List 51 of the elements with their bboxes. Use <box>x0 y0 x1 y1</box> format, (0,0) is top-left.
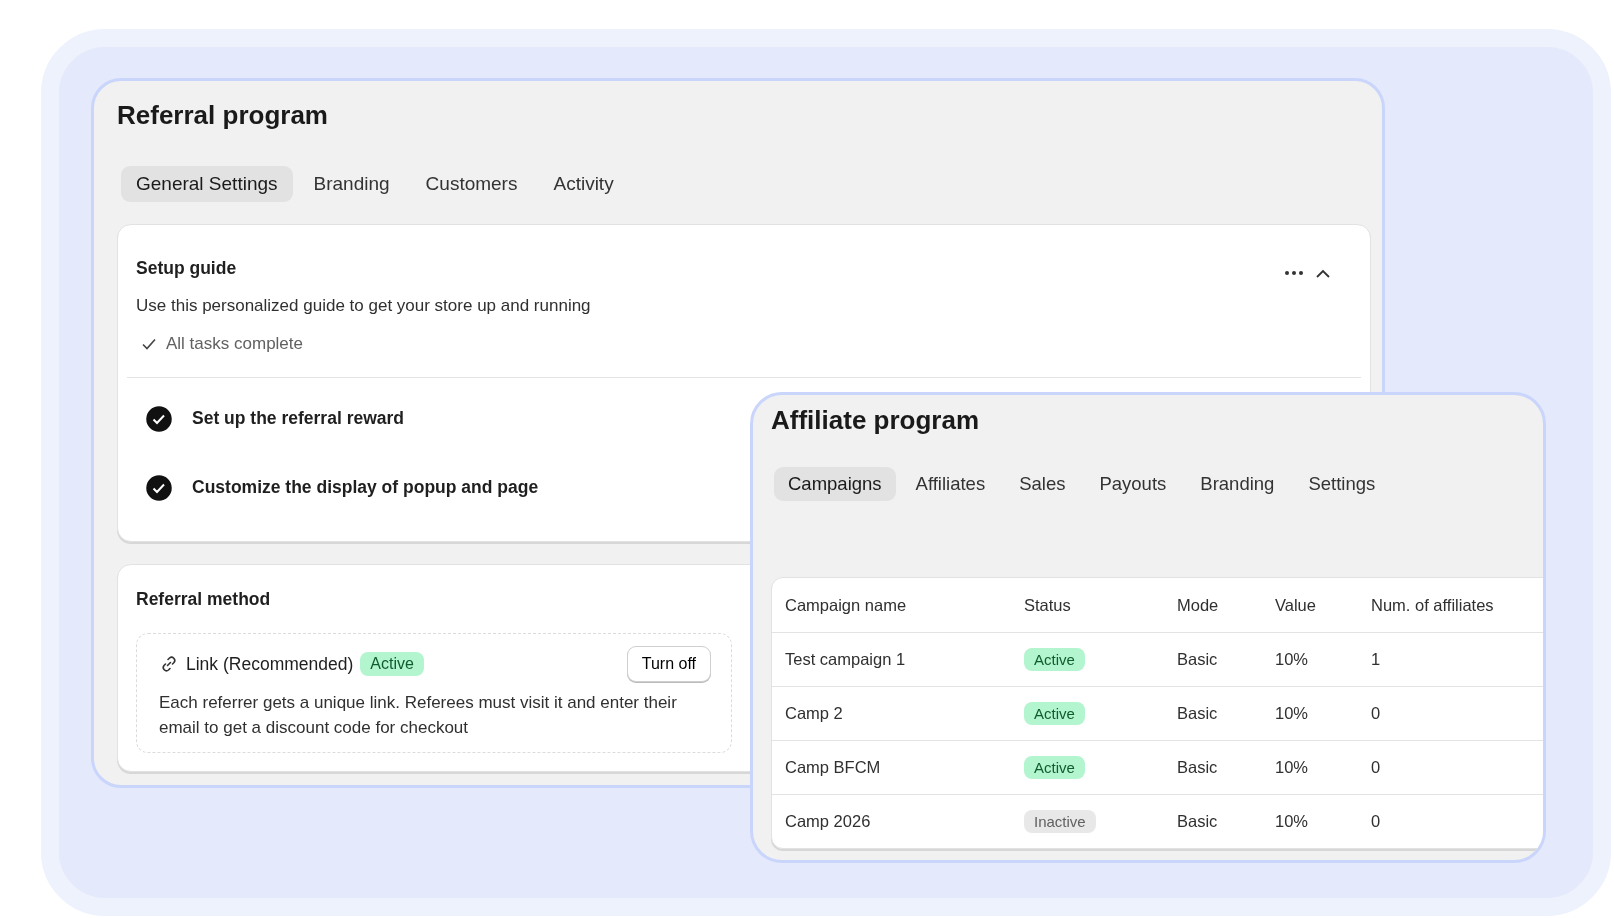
task-label: Customize the display of popup and page <box>192 477 539 498</box>
tab[interactable]: Customers <box>410 166 533 202</box>
column-header: Num. of affiliates <box>1371 595 1495 615</box>
table-cell-text: Camp BFCM <box>785 758 882 777</box>
table-cell-text: 1 <box>1371 650 1382 669</box>
task-label: Set up the referral reward <box>192 408 405 429</box>
table-cell-text: Basic <box>1177 758 1219 777</box>
table-cell-text: Test campaign 1 <box>785 650 907 669</box>
status-badge: Active <box>1024 756 1085 779</box>
more-icon[interactable] <box>1284 270 1304 276</box>
table-cell-text: 10% <box>1275 704 1310 723</box>
link-icon <box>159 654 179 674</box>
status-text: All tasks complete <box>166 334 303 354</box>
column-header: Campaign name <box>785 595 908 615</box>
table-cell-text: Basic <box>1177 704 1219 723</box>
column-header: Mode <box>1177 595 1220 615</box>
table-cell-text: 0 <box>1371 812 1382 831</box>
table-cell-text: 10% <box>1275 758 1310 777</box>
turn-off-button[interactable]: Turn off <box>626 646 711 682</box>
table-cell-text: 10% <box>1275 812 1310 831</box>
table-cell-text: 10% <box>1275 650 1310 669</box>
tab[interactable]: Branding <box>298 166 405 202</box>
card-title: Referral method <box>136 589 271 610</box>
tab[interactable]: Branding <box>1186 467 1289 501</box>
column-header: Value <box>1275 595 1317 615</box>
table-cell-text: Camp 2026 <box>785 812 872 831</box>
column-header: Status <box>1024 595 1072 615</box>
tab[interactable]: General Settings <box>121 166 293 202</box>
status-badge: Active <box>1024 702 1085 725</box>
table-cell-text: Basic <box>1177 812 1219 831</box>
tab[interactable]: Affiliates <box>901 467 1000 501</box>
tab[interactable]: Payouts <box>1085 467 1181 501</box>
tab[interactable]: Campaigns <box>774 467 896 501</box>
checkmark-icon <box>142 338 156 350</box>
tab[interactable]: Sales <box>1005 467 1080 501</box>
card-title: Setup guide <box>136 258 237 279</box>
table-cell-text: 0 <box>1371 704 1382 723</box>
card-description: Use this personalized guide to get your store up and running <box>136 296 591 316</box>
status-badge: Active <box>1024 648 1085 671</box>
page-title: Referral program <box>117 100 329 131</box>
tab[interactable]: Settings <box>1294 467 1390 501</box>
status-badge: Inactive <box>1024 810 1096 833</box>
table-cell-text: Camp 2 <box>785 704 844 723</box>
status-badge: Active <box>360 652 424 676</box>
page-title: Affiliate program <box>771 405 981 436</box>
method-name: Link (Recommended) <box>186 653 354 675</box>
method-description: Each referrer gets a unique link. Referees must visit it and enter their email to get a discount code for checkout <box>159 692 678 739</box>
table-cell-text: Basic <box>1177 650 1219 669</box>
tab[interactable]: Activity <box>538 166 629 202</box>
table-cell-text: 0 <box>1371 758 1382 777</box>
chevron-icon[interactable] <box>1316 268 1330 278</box>
